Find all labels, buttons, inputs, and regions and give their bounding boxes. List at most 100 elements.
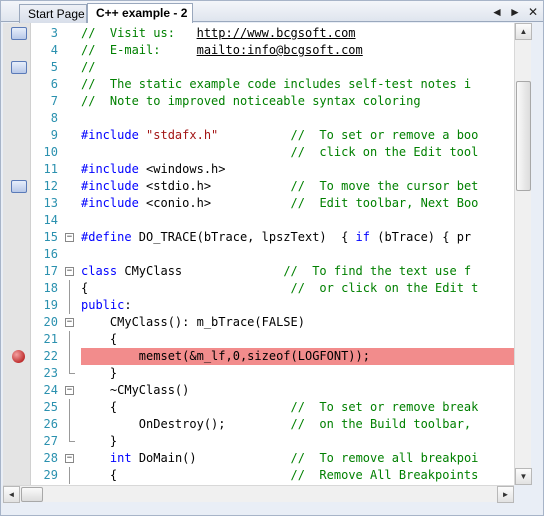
code-token: ~CMyClass() bbox=[81, 383, 190, 397]
code-text[interactable]: } bbox=[81, 366, 117, 380]
code-line[interactable]: 17− class CMyClass // To find the text us… bbox=[3, 263, 514, 280]
code-line[interactable]: 4 // E-mail: mailto:info@bcgsoft.com bbox=[3, 42, 514, 59]
tab-cpp-example[interactable]: C++ example - 2 bbox=[87, 3, 193, 23]
code-line[interactable]: 16 bbox=[3, 246, 514, 263]
fold-collapse-icon[interactable]: − bbox=[65, 386, 74, 395]
code-token: DoMain() bbox=[131, 451, 197, 465]
code-text[interactable]: #include <stdio.h> // To move the cursor… bbox=[81, 179, 478, 193]
code-token: } bbox=[81, 366, 118, 380]
code-text[interactable]: #define DO_TRACE(bTrace, lpszText) { if … bbox=[81, 230, 471, 244]
code-line[interactable]: 3 // Visit us: http://www.bcgsoft.com bbox=[3, 25, 514, 42]
code-text[interactable]: // The static example code includes self… bbox=[81, 77, 471, 91]
fold-collapse-icon[interactable]: − bbox=[65, 318, 74, 327]
code-line[interactable]: 6 // The static example code includes sel… bbox=[3, 76, 514, 93]
code-text[interactable]: #include <conio.h> // Edit toolbar, Next… bbox=[81, 196, 478, 210]
fold-end-guide bbox=[69, 365, 75, 374]
code-text[interactable]: // E-mail: mailto:info@bcgsoft.com bbox=[81, 43, 363, 57]
code-line[interactable]: 10 // click on the Edit tool bbox=[3, 144, 514, 161]
code-text[interactable]: class CMyClass // To find the text use f bbox=[81, 264, 471, 278]
code-text[interactable]: // Visit us: http://www.bcgsoft.com bbox=[81, 26, 356, 40]
tab-start-page[interactable]: Start Page bbox=[19, 4, 87, 23]
code-editor[interactable]: 3 // Visit us: http://www.bcgsoft.com 4 // … bbox=[3, 23, 514, 485]
code-line[interactable]: 25 { // To set or remove break bbox=[3, 399, 514, 416]
scroll-down-button[interactable]: ▼ bbox=[515, 468, 532, 485]
vertical-scrollbar[interactable]: ▲ ▼ bbox=[514, 23, 532, 485]
bookmark-icon[interactable] bbox=[11, 27, 27, 40]
code-line[interactable]: 8 bbox=[3, 110, 514, 127]
line-number: 3 bbox=[50, 26, 58, 40]
vertical-scroll-thumb[interactable] bbox=[516, 81, 531, 191]
bookmark-icon[interactable] bbox=[11, 180, 27, 193]
code-text[interactable]: #include "stdafx.h" // To set or remove … bbox=[81, 128, 478, 142]
breakpoint-icon[interactable] bbox=[12, 350, 25, 363]
line-number: 19 bbox=[43, 298, 58, 312]
code-text[interactable]: { // Remove All Breakpoints bbox=[81, 468, 478, 482]
code-text[interactable]: // click on the Edit tool bbox=[81, 145, 479, 159]
code-text[interactable]: { // To set or remove break bbox=[81, 400, 478, 414]
code-line[interactable]: 9 #include "stdafx.h" // To set or remove… bbox=[3, 127, 514, 144]
code-text[interactable]: { // or click on the Edit t bbox=[81, 281, 478, 295]
code-keyword: #include bbox=[81, 162, 147, 176]
code-text[interactable]: { bbox=[81, 332, 117, 346]
fold-collapse-icon[interactable]: − bbox=[65, 454, 74, 463]
line-number: 15 bbox=[43, 230, 58, 244]
code-line[interactable]: 15− #define DO_TRACE(bTrace, lpszText) { … bbox=[3, 229, 514, 246]
code-text[interactable]: // Note to improved noticeable syntax co… bbox=[81, 94, 421, 108]
line-number: 27 bbox=[43, 434, 58, 448]
code-line[interactable]: 24− ~CMyClass() bbox=[3, 382, 514, 399]
scroll-tabs-right-icon[interactable]: ► bbox=[509, 4, 521, 20]
scroll-tabs-left-icon[interactable]: ◄ bbox=[491, 4, 503, 20]
code-line[interactable]: 29 { // Remove All Breakpoints bbox=[3, 467, 514, 484]
code-line[interactable]: 28− int DoMain() // To remove all breakp… bbox=[3, 450, 514, 467]
code-text[interactable]: memset(&m_lf,0,sizeof(LOGFONT)); bbox=[81, 349, 370, 363]
code-line[interactable]: 7 // Note to improved noticeable syntax c… bbox=[3, 93, 514, 110]
code-line[interactable]: 18 { // or click on the Edit t bbox=[3, 280, 514, 297]
close-icon[interactable]: ✕ bbox=[527, 4, 539, 20]
horizontal-scrollbar[interactable]: ◄ ► bbox=[3, 485, 514, 503]
bookmark-icon[interactable] bbox=[11, 61, 27, 74]
code-line[interactable]: 14 bbox=[3, 212, 514, 229]
fold-guide bbox=[69, 416, 70, 433]
code-line[interactable]: 13 #include <conio.h> // Edit toolbar, Ne… bbox=[3, 195, 514, 212]
code-line[interactable]: 23 } bbox=[3, 365, 514, 382]
code-text[interactable]: // bbox=[81, 60, 95, 74]
line-number: 10 bbox=[43, 145, 58, 159]
code-token: memset(&m_lf,0,sizeof(LOGFONT)); bbox=[81, 349, 370, 363]
code-comment: // To set or remove break bbox=[290, 400, 479, 414]
code-text[interactable]: } bbox=[81, 434, 117, 448]
horizontal-scroll-thumb[interactable] bbox=[21, 487, 43, 502]
scroll-left-button[interactable]: ◄ bbox=[3, 486, 20, 503]
code-line[interactable]: 27 } bbox=[3, 433, 514, 450]
fold-collapse-icon[interactable]: − bbox=[65, 233, 74, 242]
code-text[interactable]: CMyClass(): m_bTrace(FALSE) bbox=[81, 315, 305, 329]
code-string: "stdafx.h" bbox=[146, 128, 219, 142]
code-link[interactable]: http://www.bcgsoft.com bbox=[197, 26, 356, 40]
code-line[interactable]: 26 OnDestroy(); // on the Build toolbar, bbox=[3, 416, 514, 433]
fold-guide bbox=[69, 297, 70, 314]
code-text[interactable]: OnDestroy(); // on the Build toolbar, bbox=[81, 417, 471, 431]
code-keyword: int bbox=[109, 451, 132, 465]
code-line[interactable]: 12 #include <stdio.h> // To move the curs… bbox=[3, 178, 514, 195]
code-text[interactable]: int DoMain() // To remove all breakpoi bbox=[81, 451, 478, 465]
line-number: 11 bbox=[43, 162, 58, 176]
code-comment: // or click on the Edit t bbox=[290, 281, 479, 295]
fold-collapse-icon[interactable]: − bbox=[65, 267, 74, 276]
fold-end-guide bbox=[69, 433, 75, 442]
code-text[interactable]: ~CMyClass() bbox=[81, 383, 189, 397]
code-text[interactable]: #include <windows.h> bbox=[81, 162, 226, 176]
fold-guide bbox=[69, 467, 70, 484]
code-link[interactable]: mailto:info@bcgsoft.com bbox=[197, 43, 363, 57]
code-text[interactable]: public: bbox=[81, 298, 132, 312]
code-line[interactable]: 20− CMyClass(): m_bTrace(FALSE) bbox=[3, 314, 514, 331]
code-line[interactable]: 19 public: bbox=[3, 297, 514, 314]
line-number: 22 bbox=[43, 349, 58, 363]
code-line[interactable]: 21 { bbox=[3, 331, 514, 348]
scroll-up-button[interactable]: ▲ bbox=[515, 23, 532, 40]
code-line[interactable]: 11 #include <windows.h> bbox=[3, 161, 514, 178]
scroll-right-button[interactable]: ► bbox=[497, 486, 514, 503]
code-line[interactable]: 22 memset(&m_lf,0,sizeof(LOGFONT)); bbox=[3, 348, 514, 365]
code-line[interactable]: 5 // bbox=[3, 59, 514, 76]
